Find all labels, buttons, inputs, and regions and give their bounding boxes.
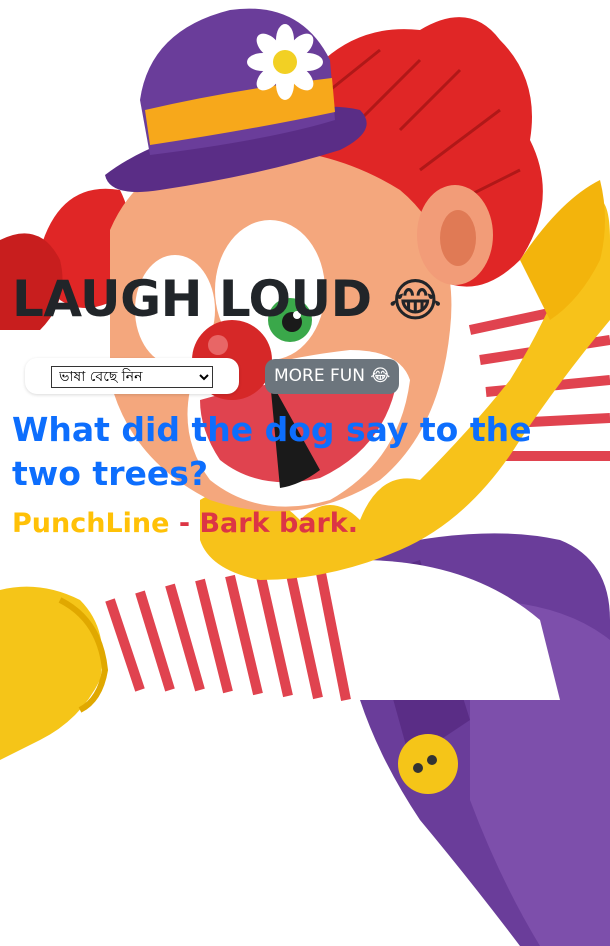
language-select-card: ভাষা বেছে নিন	[25, 358, 239, 394]
punchline-separator: -	[169, 508, 200, 539]
page-title: LAUGH LOUD 😂	[12, 270, 442, 328]
joke-page: LAUGH LOUD 😂 ভাষা বেছে নিন MORE FUN 😂 Wh…	[0, 0, 610, 946]
more-fun-button[interactable]: MORE FUN 😂	[265, 359, 400, 394]
page-title-text: LAUGH LOUD	[12, 270, 372, 328]
language-select[interactable]: ভাষা বেছে নিন	[51, 366, 213, 388]
joke-question: What did the dog say to the two trees?	[12, 410, 532, 493]
punchline-label: PunchLine	[12, 508, 170, 539]
punchline-text: Bark bark.	[199, 508, 359, 539]
joke-punchline: PunchLine - Bark bark.	[12, 506, 358, 542]
laughing-emoji-icon: 😂	[388, 273, 443, 327]
